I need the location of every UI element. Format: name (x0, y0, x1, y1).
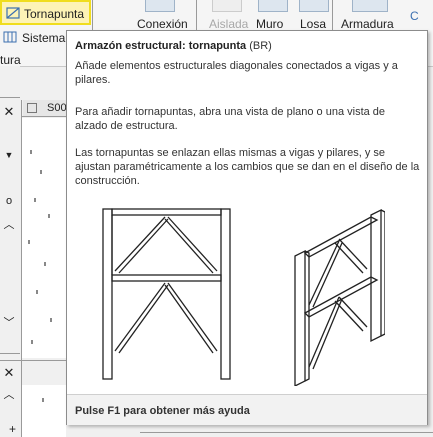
sistema-label: Sistema (22, 31, 66, 45)
wall-icon (258, 0, 288, 12)
drawing-area-upper (22, 118, 66, 358)
chevron-down-icon[interactable]: ﹀ (0, 314, 18, 332)
panel-title-estructura: tura (0, 53, 21, 67)
isolated-footing-icon (212, 0, 242, 12)
chevron-down-icon[interactable]: ▼ (0, 146, 18, 164)
tooltip: Armazón estructural: tornapunta (BR) Aña… (66, 30, 428, 425)
close-icon[interactable]: ✕ (0, 103, 18, 121)
conexion-button[interactable]: Conexión (137, 17, 188, 31)
brace-icon (6, 7, 20, 19)
tooltip-summary: Añade elementos estructurales diagonales… (75, 60, 398, 86)
tornapunta-label: Tornapunta (24, 7, 85, 21)
slab-icon (299, 0, 329, 12)
muro-button[interactable]: Muro (256, 17, 283, 31)
close-icon[interactable]: ✕ (0, 364, 18, 382)
chevron-up-icon[interactable]: ︿ (0, 216, 18, 234)
view-tab-label: S00 (47, 102, 67, 114)
brace-illustration (102, 208, 385, 386)
tooltip-paragraph-2: Las tornapuntas se enlazan ellas mismas … (75, 147, 420, 187)
tornapunta-button[interactable]: Tornapunta (0, 0, 91, 25)
expand-icon[interactable]: + (9, 422, 16, 436)
armadura-button[interactable]: Armadura (341, 17, 394, 31)
losa-button[interactable]: Losa (300, 17, 326, 31)
tooltip-footer: Pulse F1 para obtener más ayuda (67, 394, 427, 425)
system-icon (3, 31, 17, 43)
view-tab[interactable]: S00 (23, 100, 67, 116)
drawing-area-lower (22, 385, 66, 437)
connection-icon (145, 0, 175, 12)
truss-icon (352, 0, 388, 12)
radio-indicator: o (5, 195, 13, 207)
tooltip-title: Armazón estructural: tornapunta (BR) (75, 40, 272, 52)
extra-button[interactable]: C (410, 9, 419, 23)
chevron-up-icon[interactable]: ︿ (0, 386, 18, 404)
view-tab-icon (27, 103, 37, 113)
aislada-button[interactable]: Aislada (209, 17, 248, 31)
tooltip-help-hint: Pulse F1 para obtener más ayuda (75, 405, 250, 417)
tooltip-paragraph-1: Para añadir tornapuntas, abra una vista … (75, 106, 386, 132)
left-panel: ✕ ▼ o ︿ ﹀ ✕ ︿ (0, 66, 20, 437)
sistema-button[interactable]: Sistema (0, 27, 66, 47)
